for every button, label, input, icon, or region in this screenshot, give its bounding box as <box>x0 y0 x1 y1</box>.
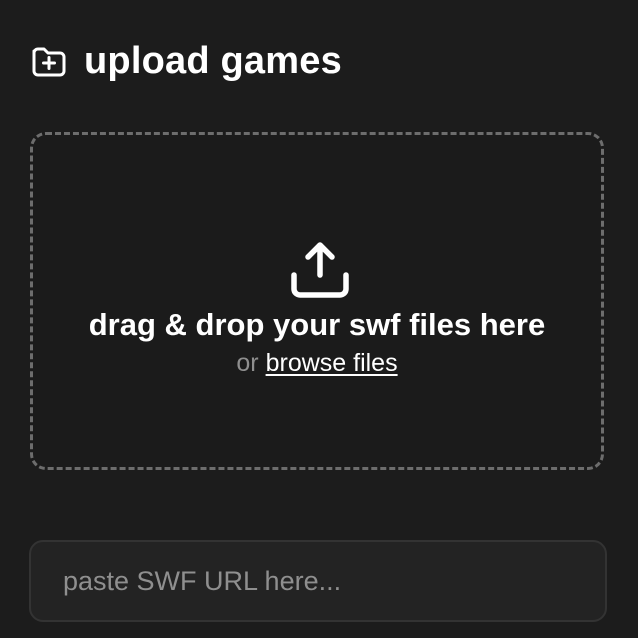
dropzone-subtitle: or browse files <box>33 349 601 377</box>
upload-icon <box>288 237 352 301</box>
dropzone-title: drag & drop your swf files here <box>88 307 546 342</box>
browse-files-link[interactable]: browse files <box>266 349 398 377</box>
folder-plus-icon <box>30 42 68 80</box>
header: upload games <box>30 38 342 84</box>
swf-url-input[interactable] <box>29 540 607 622</box>
file-dropzone[interactable]: drag & drop your swf files here or brows… <box>30 132 604 470</box>
or-text: or <box>236 349 259 377</box>
page-title: upload games <box>84 40 342 82</box>
